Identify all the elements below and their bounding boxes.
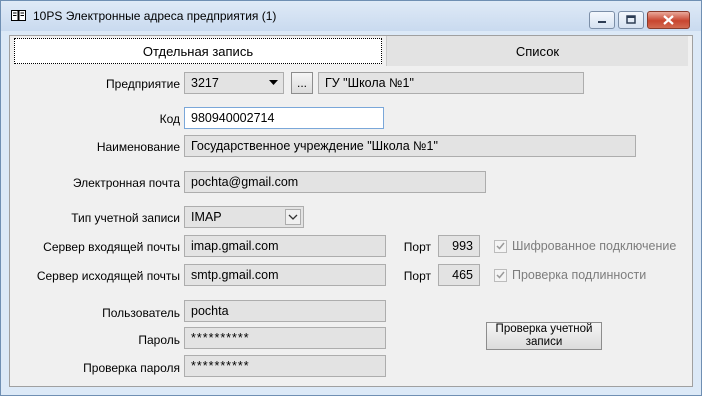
tab-single-record[interactable]: Отдельная запись — [14, 38, 382, 64]
user-label: Пользователь — [102, 306, 180, 320]
enterprise-name-field: ГУ "Школа №1" — [318, 72, 584, 94]
maximize-icon — [626, 15, 636, 24]
encrypted-connection-label: Шифрованное подключение — [512, 239, 677, 253]
enterprise-browse-button[interactable]: ... — [291, 72, 313, 94]
incoming-server-label: Сервер входящей почты — [43, 240, 180, 254]
password-label: Пароль — [138, 333, 180, 347]
verify-account-label-line2: записи — [525, 336, 563, 348]
password-confirm-label: Проверка пароля — [83, 361, 180, 375]
record-form: Предприятие 3217 ... ГУ "Школа №1" Код 9… — [10, 66, 692, 386]
email-input[interactable]: pochta@gmail.com — [184, 171, 486, 193]
account-type-select[interactable]: IMAP — [184, 206, 304, 228]
minimize-button[interactable] — [589, 11, 615, 29]
client-area: Отдельная запись Список Предприятие 3217… — [9, 35, 693, 387]
encrypted-connection-checkbox[interactable]: Шифрованное подключение — [494, 239, 676, 253]
tab-list[interactable]: Список — [386, 36, 688, 66]
code-label: Код — [159, 112, 180, 126]
checkmark-icon — [494, 268, 507, 282]
password-confirm-input[interactable]: ********** — [184, 355, 386, 377]
enterprise-code-select[interactable]: 3217 — [184, 72, 284, 94]
outgoing-port-input[interactable]: 465 — [438, 264, 480, 286]
outgoing-port-label: Порт — [403, 269, 431, 283]
authentication-label: Проверка подлинности — [512, 268, 647, 282]
enterprise-label: Предприятие — [106, 77, 180, 91]
authentication-checkbox[interactable]: Проверка подлинности — [494, 268, 646, 282]
user-input[interactable]: pochta — [184, 300, 386, 322]
close-icon — [663, 15, 674, 25]
chevron-down-icon — [285, 209, 301, 225]
chevron-down-icon — [265, 75, 281, 91]
checkmark-icon — [494, 239, 507, 253]
incoming-port-label: Порт — [403, 240, 431, 254]
title-bar: 10PS Электронные адреса предприятия (1) — [1, 1, 701, 31]
enterprise-code-value: 3217 — [191, 76, 219, 90]
verify-account-button[interactable]: Проверка учетной записи — [486, 322, 602, 350]
window-title: 10PS Электронные адреса предприятия (1) — [33, 9, 277, 23]
app-window: 10PS Электронные адреса предприятия (1) … — [0, 0, 702, 396]
outgoing-server-label: Сервер исходящей почты — [36, 269, 180, 283]
email-label: Электронная почта — [72, 176, 180, 190]
password-input[interactable]: ********** — [184, 327, 386, 349]
close-button[interactable] — [647, 11, 690, 29]
maximize-button[interactable] — [618, 11, 644, 29]
verify-account-label-line1: Проверка учетной — [495, 323, 593, 335]
book-icon — [11, 10, 26, 21]
incoming-server-input[interactable]: imap.gmail.com — [184, 235, 386, 257]
incoming-port-input[interactable]: 993 — [438, 235, 480, 257]
minimize-icon — [598, 21, 606, 23]
outgoing-server-input[interactable]: smtp.gmail.com — [184, 264, 386, 286]
full-name-input[interactable]: Государственное учреждение "Школа №1" — [184, 135, 636, 157]
code-input[interactable]: 980940002714 — [184, 107, 384, 129]
account-type-label: Тип учетной записи — [71, 211, 180, 225]
account-type-value: IMAP — [191, 210, 222, 224]
full-name-label: Наименование — [96, 140, 180, 154]
